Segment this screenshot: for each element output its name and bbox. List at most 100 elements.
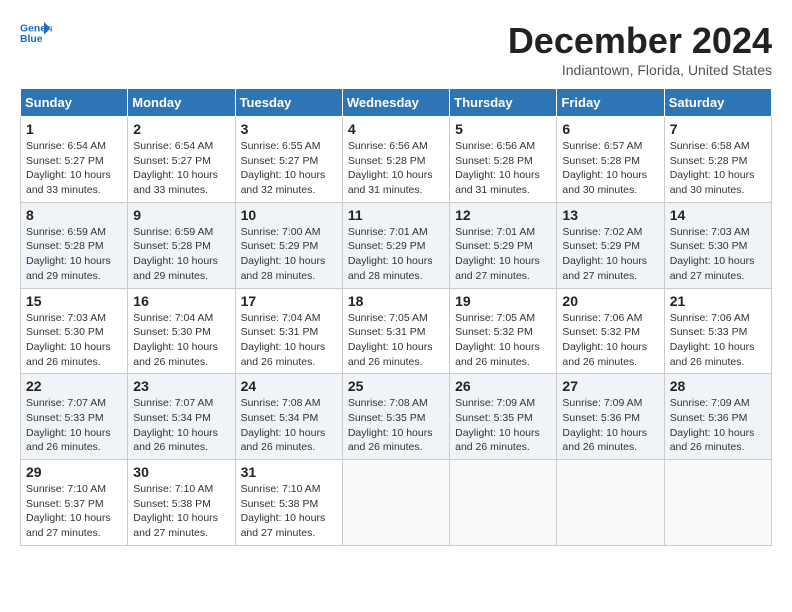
day-info: Sunrise: 7:07 AM Sunset: 5:33 PM Dayligh… — [26, 396, 122, 455]
day-header-sunday: Sunday — [21, 89, 128, 117]
day-info: Sunrise: 7:09 AM Sunset: 5:36 PM Dayligh… — [562, 396, 658, 455]
day-info: Sunrise: 6:55 AM Sunset: 5:27 PM Dayligh… — [241, 139, 337, 198]
day-number: 22 — [26, 378, 122, 394]
calendar-cell: 19 Sunrise: 7:05 AM Sunset: 5:32 PM Dayli… — [450, 288, 557, 374]
day-info: Sunrise: 6:56 AM Sunset: 5:28 PM Dayligh… — [455, 139, 551, 198]
day-info: Sunrise: 7:04 AM Sunset: 5:31 PM Dayligh… — [241, 311, 337, 370]
calendar-body: 1Sunrise: 6:54 AM Sunset: 5:27 PM Daylig… — [21, 117, 772, 546]
day-info: Sunrise: 7:10 AM Sunset: 5:38 PM Dayligh… — [133, 482, 229, 541]
calendar-cell: 28 Sunrise: 7:09 AM Sunset: 5:36 PM Dayli… — [664, 374, 771, 460]
day-info: Sunrise: 7:03 AM Sunset: 5:30 PM Dayligh… — [670, 225, 766, 284]
day-header-saturday: Saturday — [664, 89, 771, 117]
day-number: 6 — [562, 121, 658, 137]
day-header-tuesday: Tuesday — [235, 89, 342, 117]
calendar-cell: 25 Sunrise: 7:08 AM Sunset: 5:35 PM Dayli… — [342, 374, 449, 460]
svg-text:Blue: Blue — [20, 34, 43, 45]
day-number: 3 — [241, 121, 337, 137]
day-info: Sunrise: 7:02 AM Sunset: 5:29 PM Dayligh… — [562, 225, 658, 284]
day-number: 29 — [26, 464, 122, 480]
title-area: December 2024 Indiantown, Florida, Unite… — [508, 20, 772, 78]
calendar-cell: 1Sunrise: 6:54 AM Sunset: 5:27 PM Daylig… — [21, 117, 128, 203]
day-number: 9 — [133, 207, 229, 223]
day-number: 5 — [455, 121, 551, 137]
day-info: Sunrise: 7:05 AM Sunset: 5:31 PM Dayligh… — [348, 311, 444, 370]
day-info: Sunrise: 7:08 AM Sunset: 5:34 PM Dayligh… — [241, 396, 337, 455]
day-info: Sunrise: 6:59 AM Sunset: 5:28 PM Dayligh… — [26, 225, 122, 284]
calendar-week-1: 1Sunrise: 6:54 AM Sunset: 5:27 PM Daylig… — [21, 117, 772, 203]
calendar-cell: 30 Sunrise: 7:10 AM Sunset: 5:38 PM Dayli… — [128, 460, 235, 546]
day-number: 21 — [670, 293, 766, 309]
calendar-cell: 7Sunrise: 6:58 AM Sunset: 5:28 PM Daylig… — [664, 117, 771, 203]
calendar-cell: 11Sunrise: 7:01 AM Sunset: 5:29 PM Dayli… — [342, 202, 449, 288]
calendar-cell: 24 Sunrise: 7:08 AM Sunset: 5:34 PM Dayli… — [235, 374, 342, 460]
calendar-cell: 12 Sunrise: 7:01 AM Sunset: 5:29 PM Dayli… — [450, 202, 557, 288]
calendar-cell — [450, 460, 557, 546]
day-number: 10 — [241, 207, 337, 223]
day-number: 19 — [455, 293, 551, 309]
day-info: Sunrise: 7:08 AM Sunset: 5:35 PM Dayligh… — [348, 396, 444, 455]
day-info: Sunrise: 7:06 AM Sunset: 5:33 PM Dayligh… — [670, 311, 766, 370]
day-number: 4 — [348, 121, 444, 137]
calendar-cell: 5 Sunrise: 6:56 AM Sunset: 5:28 PM Daylig… — [450, 117, 557, 203]
month-title: December 2024 — [508, 20, 772, 62]
day-number: 20 — [562, 293, 658, 309]
calendar-cell: 26Sunrise: 7:09 AM Sunset: 5:35 PM Dayli… — [450, 374, 557, 460]
day-info: Sunrise: 7:06 AM Sunset: 5:32 PM Dayligh… — [562, 311, 658, 370]
day-number: 31 — [241, 464, 337, 480]
calendar-cell: 17 Sunrise: 7:04 AM Sunset: 5:31 PM Dayli… — [235, 288, 342, 374]
calendar-cell: 22 Sunrise: 7:07 AM Sunset: 5:33 PM Dayli… — [21, 374, 128, 460]
day-header-wednesday: Wednesday — [342, 89, 449, 117]
calendar-cell: 13 Sunrise: 7:02 AM Sunset: 5:29 PM Dayli… — [557, 202, 664, 288]
calendar-cell: 8Sunrise: 6:59 AM Sunset: 5:28 PM Daylig… — [21, 202, 128, 288]
day-info: Sunrise: 7:03 AM Sunset: 5:30 PM Dayligh… — [26, 311, 122, 370]
logo: General Blue — [20, 20, 52, 48]
day-info: Sunrise: 7:05 AM Sunset: 5:32 PM Dayligh… — [455, 311, 551, 370]
day-number: 25 — [348, 378, 444, 394]
calendar-cell: 16 Sunrise: 7:04 AM Sunset: 5:30 PM Dayli… — [128, 288, 235, 374]
calendar-week-3: 15 Sunrise: 7:03 AM Sunset: 5:30 PM Dayli… — [21, 288, 772, 374]
calendar-header-row: SundayMondayTuesdayWednesdayThursdayFrid… — [21, 89, 772, 117]
calendar-cell: 4 Sunrise: 6:56 AM Sunset: 5:28 PM Daylig… — [342, 117, 449, 203]
calendar-cell — [342, 460, 449, 546]
day-info: Sunrise: 6:56 AM Sunset: 5:28 PM Dayligh… — [348, 139, 444, 198]
day-info: Sunrise: 7:04 AM Sunset: 5:30 PM Dayligh… — [133, 311, 229, 370]
page-header: General Blue December 2024 Indiantown, F… — [20, 20, 772, 78]
day-info: Sunrise: 6:54 AM Sunset: 5:27 PM Dayligh… — [26, 139, 122, 198]
calendar-cell: 21 Sunrise: 7:06 AM Sunset: 5:33 PM Dayli… — [664, 288, 771, 374]
calendar-cell: 31Sunrise: 7:10 AM Sunset: 5:38 PM Dayli… — [235, 460, 342, 546]
calendar-cell: 29 Sunrise: 7:10 AM Sunset: 5:37 PM Dayli… — [21, 460, 128, 546]
calendar-cell — [557, 460, 664, 546]
day-header-monday: Monday — [128, 89, 235, 117]
day-number: 13 — [562, 207, 658, 223]
calendar-table: SundayMondayTuesdayWednesdayThursdayFrid… — [20, 88, 772, 546]
calendar-cell: 14 Sunrise: 7:03 AM Sunset: 5:30 PM Dayli… — [664, 202, 771, 288]
day-number: 12 — [455, 207, 551, 223]
calendar-cell — [664, 460, 771, 546]
day-number: 28 — [670, 378, 766, 394]
day-info: Sunrise: 6:57 AM Sunset: 5:28 PM Dayligh… — [562, 139, 658, 198]
day-info: Sunrise: 6:59 AM Sunset: 5:28 PM Dayligh… — [133, 225, 229, 284]
day-info: Sunrise: 7:09 AM Sunset: 5:36 PM Dayligh… — [670, 396, 766, 455]
calendar-cell: 3 Sunrise: 6:55 AM Sunset: 5:27 PM Daylig… — [235, 117, 342, 203]
day-info: Sunrise: 7:01 AM Sunset: 5:29 PM Dayligh… — [455, 225, 551, 284]
day-number: 26 — [455, 378, 551, 394]
day-number: 24 — [241, 378, 337, 394]
day-number: 15 — [26, 293, 122, 309]
calendar-cell: 23Sunrise: 7:07 AM Sunset: 5:34 PM Dayli… — [128, 374, 235, 460]
day-info: Sunrise: 7:10 AM Sunset: 5:37 PM Dayligh… — [26, 482, 122, 541]
day-number: 16 — [133, 293, 229, 309]
day-info: Sunrise: 6:58 AM Sunset: 5:28 PM Dayligh… — [670, 139, 766, 198]
day-info: Sunrise: 6:54 AM Sunset: 5:27 PM Dayligh… — [133, 139, 229, 198]
day-number: 30 — [133, 464, 229, 480]
day-info: Sunrise: 7:00 AM Sunset: 5:29 PM Dayligh… — [241, 225, 337, 284]
day-number: 17 — [241, 293, 337, 309]
day-header-friday: Friday — [557, 89, 664, 117]
calendar-cell: 6 Sunrise: 6:57 AM Sunset: 5:28 PM Daylig… — [557, 117, 664, 203]
day-number: 23 — [133, 378, 229, 394]
calendar-week-5: 29 Sunrise: 7:10 AM Sunset: 5:37 PM Dayli… — [21, 460, 772, 546]
calendar-week-2: 8Sunrise: 6:59 AM Sunset: 5:28 PM Daylig… — [21, 202, 772, 288]
day-number: 27 — [562, 378, 658, 394]
day-number: 14 — [670, 207, 766, 223]
calendar-cell: 9 Sunrise: 6:59 AM Sunset: 5:28 PM Daylig… — [128, 202, 235, 288]
calendar-week-4: 22 Sunrise: 7:07 AM Sunset: 5:33 PM Dayli… — [21, 374, 772, 460]
